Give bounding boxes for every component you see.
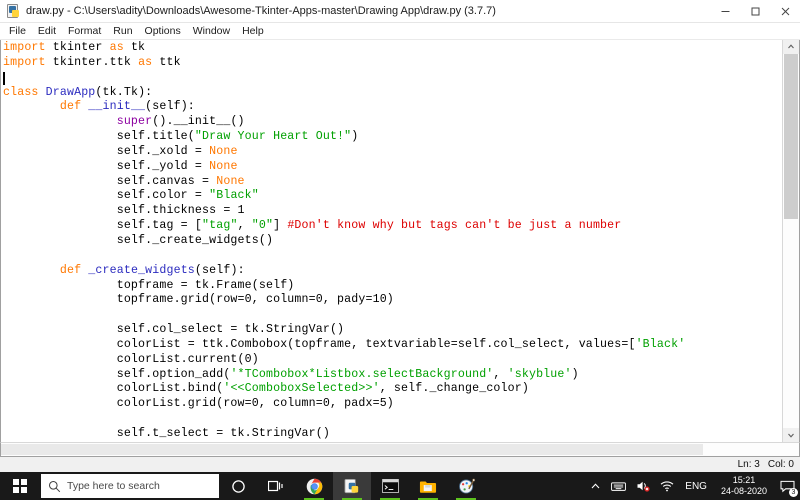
horizontal-scrollbar[interactable] xyxy=(0,442,800,457)
clock-time: 15:21 xyxy=(732,475,756,485)
clock[interactable]: 15:21 24-08-2020 xyxy=(713,472,775,500)
code-line: colorList = ttk.Combobox(topframe, textv… xyxy=(3,337,686,351)
code-line: topframe.grid(row=0, column=0, pady=10) xyxy=(3,293,394,307)
command-prompt-icon[interactable] xyxy=(371,472,409,500)
code-text-area[interactable]: import tkinter as tk import tkinter.ttk a… xyxy=(1,40,782,442)
code-line: self.title("Draw Your Heart Out!") xyxy=(3,130,359,144)
code-line: topframe = tk.Frame(self) xyxy=(3,278,295,292)
status-bar: Ln: 3 Col: 0 xyxy=(0,457,800,472)
horizontal-scrollbar-track[interactable] xyxy=(1,443,799,456)
source-code: import tkinter as tk import tkinter.ttk a… xyxy=(3,41,782,442)
close-button[interactable] xyxy=(770,1,800,22)
task-view-icon[interactable] xyxy=(257,472,295,500)
code-line: self.col_select = tk.StringVar() xyxy=(3,323,345,337)
windows-taskbar: Type here to search ENG 15:21 24-08-2020… xyxy=(0,472,800,500)
vertical-scrollbar[interactable] xyxy=(782,40,799,442)
clock-date: 24-08-2020 xyxy=(720,486,767,496)
scroll-up-arrow-icon[interactable] xyxy=(783,40,799,54)
paint-icon[interactable] xyxy=(447,472,485,500)
idle-editor-window: draw.py - C:\Users\adity\Downloads\Aweso… xyxy=(0,0,800,472)
minimize-button[interactable] xyxy=(710,1,740,22)
taskbar-search-input[interactable]: Type here to search xyxy=(41,474,219,498)
code-line: self.option_add('*TCombobox*Listbox.sele… xyxy=(3,367,579,381)
horizontal-scrollbar-thumb[interactable] xyxy=(1,444,704,455)
code-line xyxy=(3,71,782,86)
code-line: super().__init__() xyxy=(116,115,245,129)
code-line: self.tag = ["tag", "0"] #Don't know why … xyxy=(3,219,622,233)
chrome-icon[interactable] xyxy=(295,472,333,500)
code-line: import tkinter.ttk as ttk xyxy=(3,55,181,69)
search-placeholder-text: Type here to search xyxy=(67,480,160,492)
menu-item-help[interactable]: Help xyxy=(236,23,270,39)
keyboard-layout-icon[interactable] xyxy=(606,472,631,500)
code-line: colorList.grid(row=0, column=0, padx=5) xyxy=(3,397,394,411)
code-line: self.color = "Black" xyxy=(3,189,259,203)
code-line: self._yold = None xyxy=(3,159,238,173)
vertical-scrollbar-thumb[interactable] xyxy=(784,54,798,219)
code-line: def _create_widgets(self): xyxy=(59,263,245,277)
code-line: self.t_select = tk.StringVar() xyxy=(3,426,330,440)
code-line: colorList.current(0) xyxy=(3,352,259,366)
status-line-number: Ln: 3 xyxy=(737,459,760,470)
menu-item-file[interactable]: File xyxy=(3,23,32,39)
wifi-icon[interactable] xyxy=(655,472,679,500)
menu-item-format[interactable]: Format xyxy=(62,23,107,39)
file-explorer-icon[interactable] xyxy=(409,472,447,500)
vertical-scrollbar-track[interactable] xyxy=(783,54,799,428)
desktop-screen: draw.py - C:\Users\adity\Downloads\Aweso… xyxy=(0,0,800,500)
editor-area: import tkinter as tk import tkinter.ttk a… xyxy=(0,40,800,442)
menu-item-window[interactable]: Window xyxy=(187,23,236,39)
windows-start-icon xyxy=(13,479,27,493)
code-line: self.canvas = None xyxy=(3,174,245,188)
menu-item-edit[interactable]: Edit xyxy=(32,23,62,39)
menu-bar: File Edit Format Run Options Window Help xyxy=(0,23,800,40)
maximize-button[interactable] xyxy=(740,1,770,22)
text-cursor xyxy=(3,71,5,85)
menu-item-options[interactable]: Options xyxy=(139,23,187,39)
code-line: def __init__(self): xyxy=(59,100,195,114)
scroll-down-arrow-icon[interactable] xyxy=(783,428,799,442)
volume-muted-icon[interactable] xyxy=(631,472,655,500)
window-title: draw.py - C:\Users\adity\Downloads\Aweso… xyxy=(26,5,496,17)
cortana-icon[interactable] xyxy=(219,472,257,500)
code-line: class DrawApp(tk.Tk): xyxy=(3,85,153,99)
status-column-number: Col: 0 xyxy=(767,459,794,470)
code-line: import tkinter as tk xyxy=(3,41,146,54)
window-titlebar[interactable]: draw.py - C:\Users\adity\Downloads\Aweso… xyxy=(0,0,800,23)
python-idle-icon[interactable] xyxy=(333,472,371,500)
show-hidden-icons-chevron[interactable] xyxy=(585,472,606,500)
language-indicator[interactable]: ENG xyxy=(679,472,713,500)
python-file-icon xyxy=(5,3,21,19)
code-line: colorList.bind('<<ComboboxSelected>>', s… xyxy=(3,382,529,396)
action-center-icon[interactable]: 3 xyxy=(775,472,800,500)
code-line: self.thickness = 1 xyxy=(3,204,245,218)
menu-item-run[interactable]: Run xyxy=(107,23,138,39)
search-icon xyxy=(41,480,67,493)
system-tray: ENG 15:21 24-08-2020 3 xyxy=(585,472,800,500)
start-button[interactable] xyxy=(0,472,40,500)
notification-count-badge: 3 xyxy=(789,488,798,497)
code-line: self._create_widgets() xyxy=(3,233,274,247)
code-line: self._xold = None xyxy=(3,144,238,158)
